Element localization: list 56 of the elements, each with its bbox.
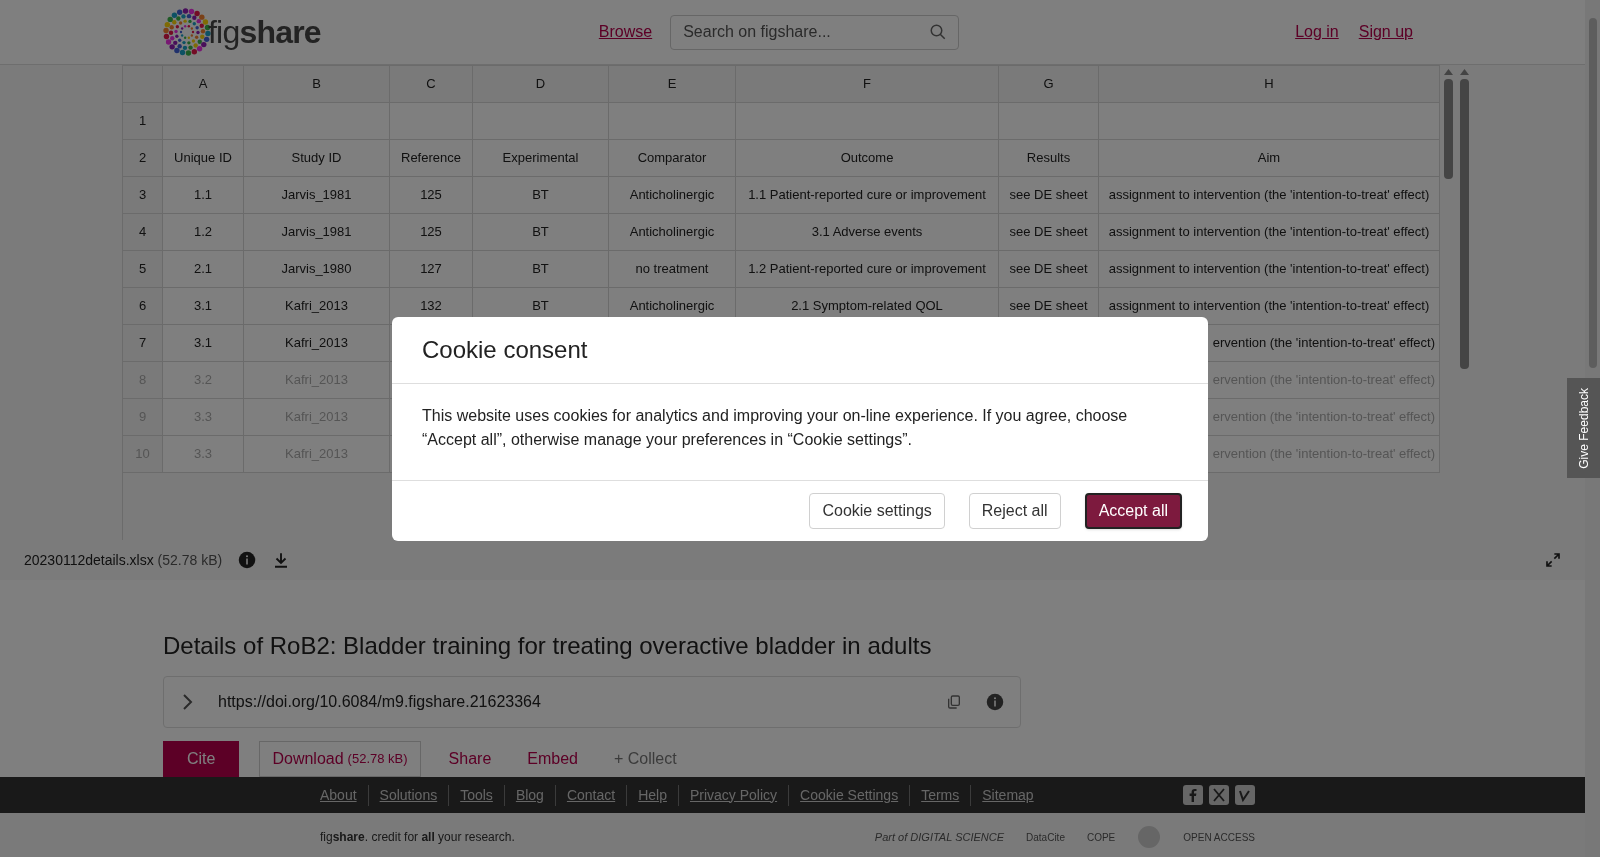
table-cell: Comparator [609,140,736,177]
dialog-title: Cookie consent [422,335,588,365]
table-cell: 1.2 Patient-reported cure or improvement [736,251,999,288]
table-cell: Anticholinergic [609,177,736,214]
row-number: 1 [123,103,163,140]
table-cell: BT [473,214,609,251]
table-cell: Kafri_2013 [244,288,390,325]
footer-tagline: figshare. credit for all your research. [320,829,515,846]
table-cell: assignment to intervention (the 'intention-to-treat' effect) [1099,288,1440,325]
table-cell: Study ID [244,140,390,177]
table-cell: Jarvis_1981 [244,214,390,251]
column-header: F [736,66,999,103]
table-cell: Jarvis_1981 [244,177,390,214]
table-cell: Aim [1099,140,1440,177]
table-cell: Reference [390,140,473,177]
table-cell: 1.1 [163,177,244,214]
row-number: 2 [123,140,163,177]
file-name: 20230112details.xlsx (52.78 kB) [24,550,223,570]
table-cell: Kafri_2013 [244,325,390,362]
table-cell: 125 [390,214,473,251]
column-header: D [473,66,609,103]
table-cell: see DE sheet [999,251,1099,288]
row-number: 7 [123,325,163,362]
table-cell: assignment to intervention (the 'intention-to-treat' effect) [1099,251,1440,288]
table-cell: 125 [390,177,473,214]
table-cell: see DE sheet [999,214,1099,251]
column-header: G [999,66,1099,103]
table-cell: no treatment [609,251,736,288]
table-cell: 3.1 Adverse events [736,214,999,251]
page-title: Details of RoB2: Bladder training for treating overactive bladder in adults [163,631,933,661]
row-number: 3 [123,177,163,214]
table-cell: 3.1 [163,288,244,325]
row-number: 5 [123,251,163,288]
row-number: 4 [123,214,163,251]
table-cell: Experimental [473,140,609,177]
table-cell: 127 [390,251,473,288]
table-cell: BT [473,177,609,214]
column-header: A [163,66,244,103]
table-cell: Unique ID [163,140,244,177]
table-cell: 2.1 [163,251,244,288]
column-header: H [1099,66,1440,103]
column-header: C [390,66,473,103]
table-cell: Outcome [736,140,999,177]
column-header: E [609,66,736,103]
column-header: B [244,66,390,103]
table-cell: 1.1 Patient-reported cure or improvement [736,177,999,214]
table-cell: 1.2 [163,214,244,251]
table-cell: Anticholinergic [609,214,736,251]
row-number: 6 [123,288,163,325]
table-cell: Jarvis_1980 [244,251,390,288]
table-cell: BT [473,251,609,288]
table-cell: see DE sheet [999,177,1099,214]
table-cell: assignment to intervention (the 'intention-to-treat' effect) [1099,177,1440,214]
table-cell: assignment to intervention (the 'intention-to-treat' effect) [1099,214,1440,251]
table-cell: 3.1 [163,325,244,362]
table-cell: Results [999,140,1099,177]
